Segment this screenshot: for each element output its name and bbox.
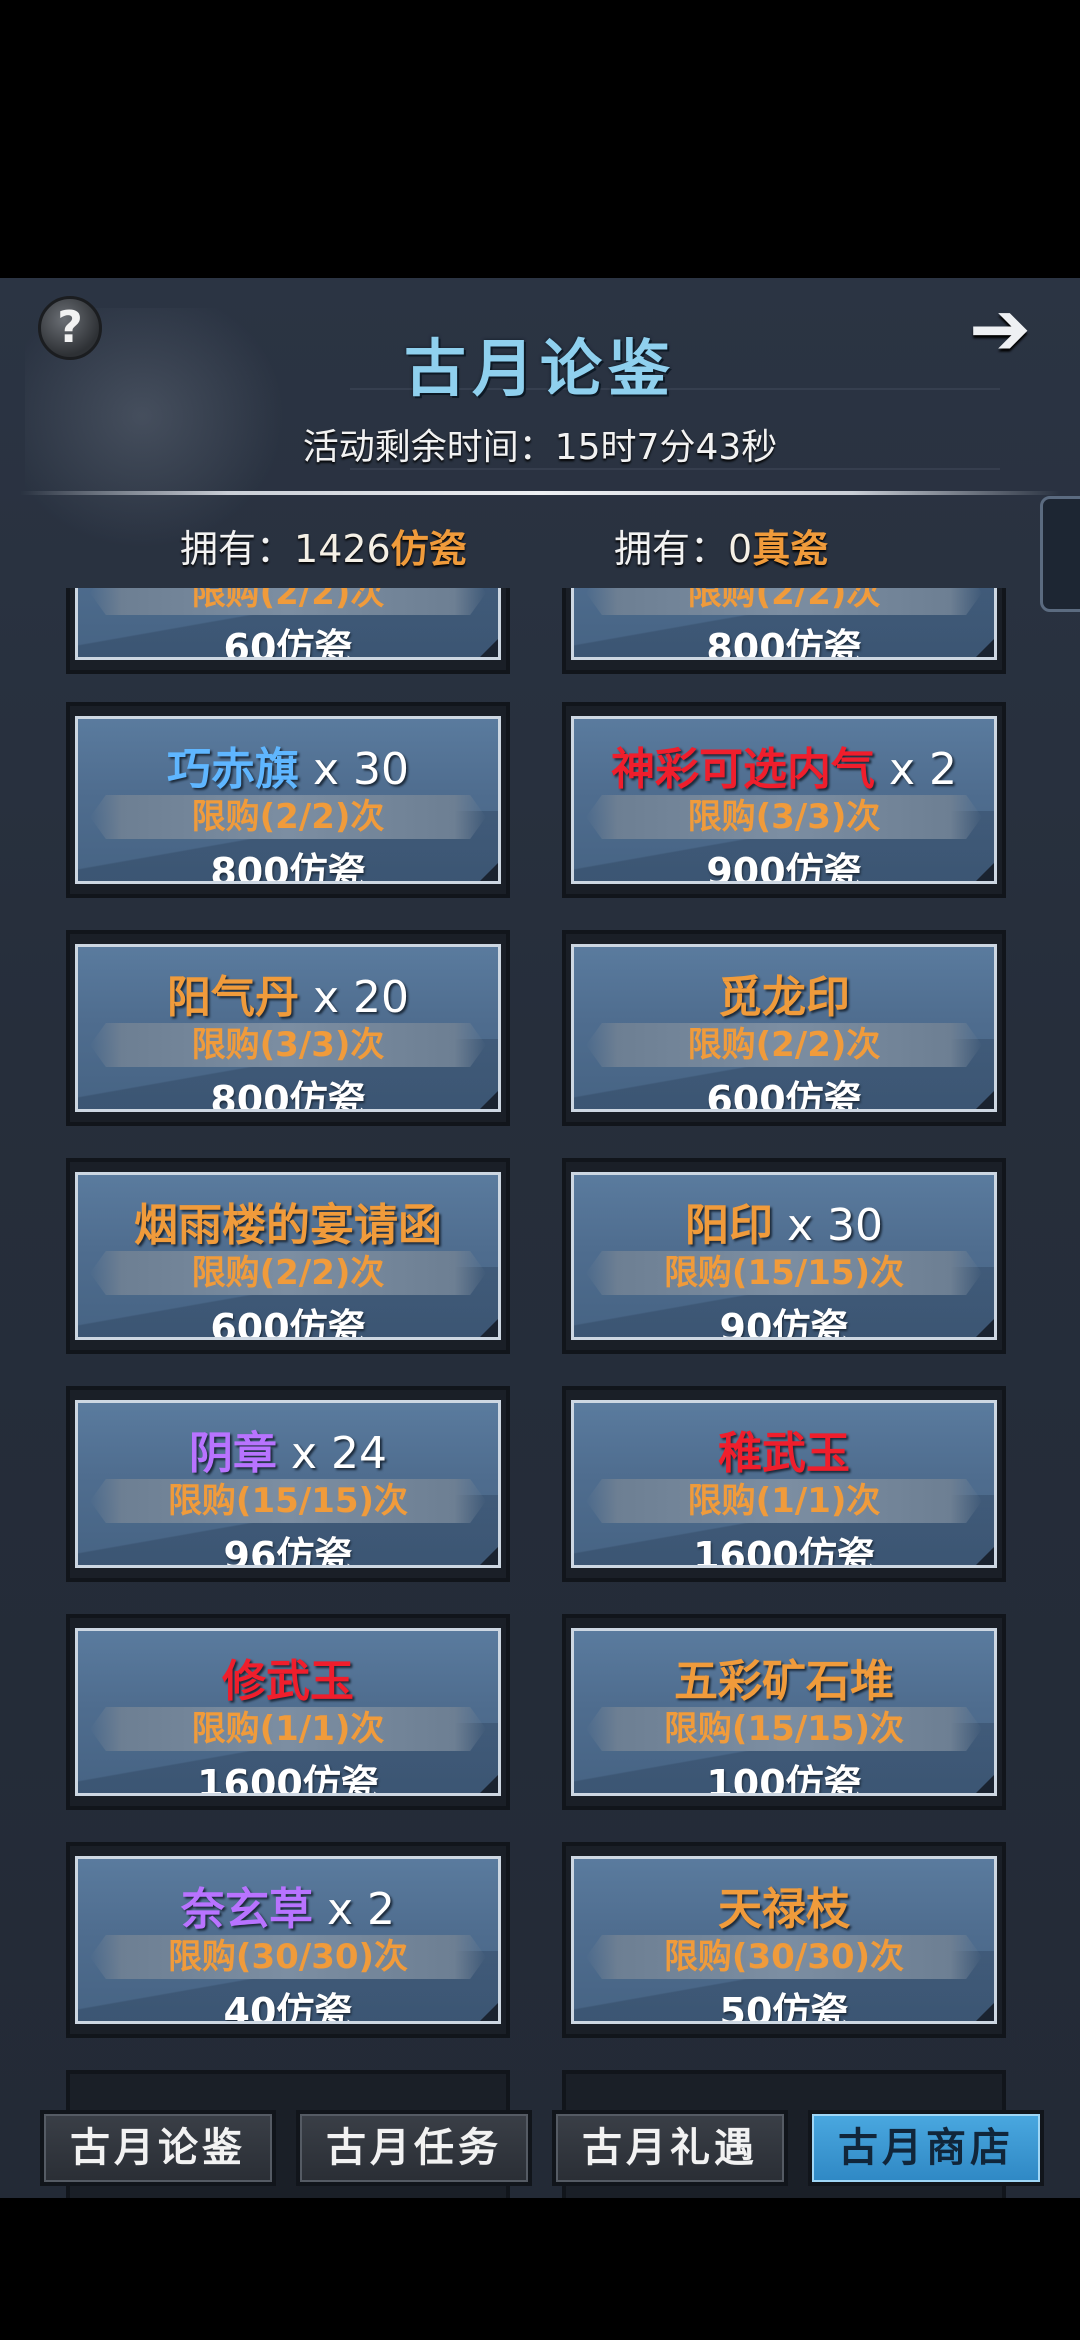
- item-name-text: 五彩矿石堆: [674, 1656, 894, 1707]
- item-price: 100仿瓷: [706, 1762, 862, 1796]
- item-name-text: 神彩可选内气: [610, 744, 875, 795]
- item-name-text: 修武玉: [222, 1656, 354, 1707]
- item-name-text: 天禄枝: [718, 1884, 850, 1935]
- item-name: 天禄枝: [574, 1873, 994, 1937]
- item-name-text: 巧赤旗: [167, 744, 299, 795]
- purchase-limit: 限购(1/1)次: [687, 1481, 881, 1521]
- real-porcelain-balance: 拥有：0真瓷: [614, 527, 829, 571]
- item-price: 600仿瓷: [706, 1078, 862, 1112]
- tab-gifts[interactable]: 古月礼遇: [552, 2110, 788, 2186]
- item-quantity: x 30: [299, 744, 409, 795]
- item-quantity: x 20: [299, 972, 409, 1023]
- shop-item-card[interactable]: 阴章 x 24 限购(15/15)次 96仿瓷: [66, 1386, 510, 1582]
- fake-porcelain-name: 仿瓷: [390, 527, 467, 571]
- item-price: 90仿瓷: [719, 1306, 849, 1340]
- shop-item-card[interactable]: 修武玉 限购(1/1)次 1600仿瓷: [66, 1614, 510, 1810]
- item-price: 600仿瓷: [210, 1306, 366, 1340]
- tab-shop[interactable]: 古月商店: [808, 2110, 1044, 2186]
- purchase-limit: 限购(2/2)次: [687, 588, 881, 613]
- purchase-limit: 限购(30/30)次: [663, 1937, 905, 1977]
- item-name: 阳印 x 30: [574, 1189, 994, 1253]
- item-price: 96仿瓷: [223, 1534, 353, 1568]
- purchase-limit: 限购(2/2)次: [191, 1253, 385, 1293]
- shop-item-card[interactable]: 天禄枝 限购(30/30)次 50仿瓷: [562, 1842, 1006, 2038]
- item-price: 1600仿瓷: [197, 1762, 379, 1796]
- countdown-timer: 活动剩余时间：15时7分43秒: [0, 418, 1080, 470]
- item-price: 800仿瓷: [210, 1078, 366, 1112]
- item-name: 烟雨楼的宴请函: [78, 1189, 498, 1253]
- shop-item-card[interactable]: 阳印 x 30 限购(15/15)次 90仿瓷: [562, 1158, 1006, 1354]
- item-name-text: 烟雨楼的宴请函: [134, 1200, 442, 1251]
- item-quantity: x 30: [773, 1200, 883, 1251]
- real-porcelain-name: 真瓷: [752, 527, 829, 571]
- real-porcelain-amount: 0: [728, 527, 753, 571]
- purchase-limit: 限购(1/1)次: [191, 1709, 385, 1749]
- shop-item-list[interactable]: 限购(2/2)次 60仿瓷 限购(2/2)次 800仿瓷 巧赤旗 x 30 限购(…: [0, 588, 1080, 2198]
- item-name: 稚武玉: [574, 1417, 994, 1481]
- item-name: 阳气丹 x 20: [78, 961, 498, 1025]
- item-price: 60仿瓷: [223, 626, 353, 660]
- shop-item-card[interactable]: 阳气丹 x 20 限购(3/3)次 800仿瓷: [66, 930, 510, 1126]
- shop-item-card[interactable]: 限购(2/2)次 800仿瓷: [562, 588, 1006, 674]
- shop-item-card[interactable]: 神彩可选内气 x 2 限购(3/3)次 900仿瓷: [562, 702, 1006, 898]
- tab-appraisal[interactable]: 古月论鉴: [40, 2110, 276, 2186]
- purchase-limit: 限购(3/3)次: [687, 797, 881, 837]
- fake-porcelain-amount: 1426: [294, 527, 391, 571]
- item-name: 觅龙印: [574, 961, 994, 1025]
- item-name-text: 奈玄草: [180, 1884, 313, 1935]
- item-quantity: x 2: [874, 744, 957, 795]
- purchase-limit: 限购(15/15)次: [167, 1481, 409, 1521]
- purchase-limit: 限购(3/3)次: [191, 1025, 385, 1065]
- item-name: 五彩矿石堆: [574, 1645, 994, 1709]
- purchase-limit: 限购(2/2)次: [191, 797, 385, 837]
- purchase-limit: 限购(2/2)次: [191, 588, 385, 613]
- item-price: 40仿瓷: [223, 1990, 353, 2024]
- item-price: 800仿瓷: [210, 850, 366, 884]
- item-name-text: 阳印: [685, 1200, 773, 1251]
- item-name: 奈玄草 x 2: [78, 1873, 498, 1937]
- item-name-text: 稚武玉: [718, 1428, 850, 1479]
- item-price: 800仿瓷: [706, 626, 862, 660]
- item-price: 900仿瓷: [706, 850, 862, 884]
- item-price: 50仿瓷: [719, 1990, 849, 2024]
- tab-tasks[interactable]: 古月任务: [296, 2110, 532, 2186]
- event-panel: ? ➔ 古月论鉴 活动剩余时间：15时7分43秒 拥有：1426仿瓷 拥有：0真…: [0, 278, 1080, 2198]
- item-name: 神彩可选内气 x 2: [574, 733, 994, 797]
- timer-value: 15时7分43秒: [554, 427, 778, 468]
- timer-label: 活动剩余时间：: [302, 427, 555, 468]
- item-name: 修武玉: [78, 1645, 498, 1709]
- shop-item-card[interactable]: 五彩矿石堆 限购(15/15)次 100仿瓷: [562, 1614, 1006, 1810]
- shop-item-card[interactable]: 巧赤旗 x 30 限购(2/2)次 800仿瓷: [66, 702, 510, 898]
- bottom-tab-bar: 古月论鉴 古月任务 古月礼遇 古月商店: [0, 2100, 1080, 2200]
- shop-item-card[interactable]: 烟雨楼的宴请函 限购(2/2)次 600仿瓷: [66, 1158, 510, 1354]
- item-name-text: 阳气丹: [167, 972, 299, 1023]
- header-divider: [20, 491, 1060, 495]
- item-price: 1600仿瓷: [693, 1534, 875, 1568]
- fake-porcelain-balance: 拥有：1426仿瓷: [180, 527, 467, 571]
- item-name-text: 觅龙印: [718, 972, 850, 1023]
- item-name: 巧赤旗 x 30: [78, 733, 498, 797]
- item-name-text: 阴章: [189, 1428, 277, 1479]
- purchase-limit: 限购(2/2)次: [687, 1025, 881, 1065]
- shop-item-card[interactable]: 稚武玉 限购(1/1)次 1600仿瓷: [562, 1386, 1006, 1582]
- page-title: 古月论鉴: [403, 332, 676, 405]
- purchase-limit: 限购(30/30)次: [167, 1937, 409, 1977]
- shop-item-card[interactable]: 觅龙印 限购(2/2)次 600仿瓷: [562, 930, 1006, 1126]
- item-quantity: x 2: [312, 1884, 395, 1935]
- purchase-limit: 限购(15/15)次: [663, 1709, 905, 1749]
- shop-item-card[interactable]: 限购(2/2)次 60仿瓷: [66, 588, 510, 674]
- purchase-limit: 限购(15/15)次: [663, 1253, 905, 1293]
- item-name: 阴章 x 24: [78, 1417, 498, 1481]
- shop-item-card[interactable]: 奈玄草 x 2 限购(30/30)次 40仿瓷: [66, 1842, 510, 2038]
- item-quantity: x 24: [277, 1428, 387, 1479]
